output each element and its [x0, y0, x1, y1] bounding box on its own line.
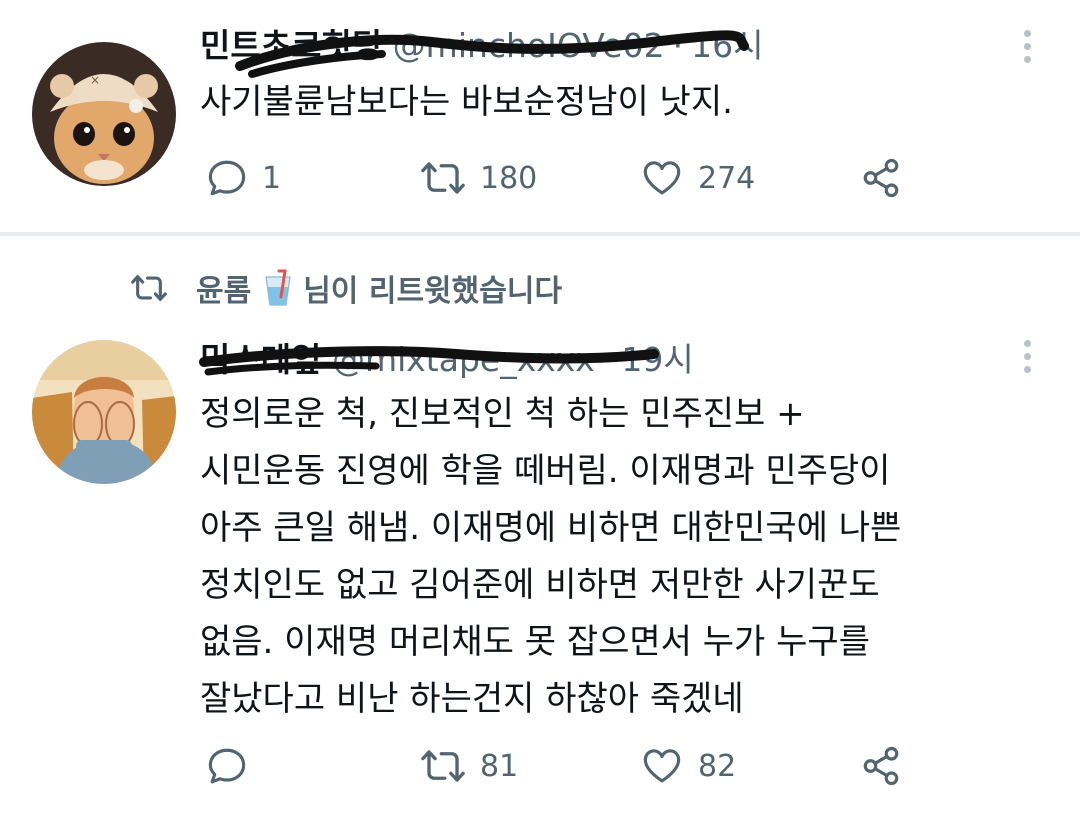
retweet-icon: [131, 275, 167, 301]
svg-text:×: ×: [90, 73, 100, 87]
avatar-cat[interactable]: ×: [32, 42, 176, 186]
share-button[interactable]: [860, 156, 902, 200]
retweeter-name[interactable]: 윤롬: [196, 266, 251, 310]
tweet-text: 정의로운 척, 진보적인 척 하는 민주진보 + 시민운동 진영에 학을 떼버림…: [200, 386, 901, 728]
display-name[interactable]: 믹스테잎: [200, 340, 321, 379]
tweet-text-line: 없음. 이재명 머리채도 못 잡으면서 누가 누구를: [200, 622, 870, 662]
avatar-cartoon[interactable]: [32, 340, 176, 484]
more-icon[interactable]: [1020, 30, 1034, 69]
tweet-text-line: 사기불륜남보다는 바보순정남이 낫지.: [200, 82, 733, 122]
retweet-banner-text: 님이 리트윗했습니다: [303, 274, 563, 309]
user-handle[interactable]: @minchoIOVe02: [393, 26, 665, 65]
tweet-text-line: 정의로운 척, 진보적인 척 하는 민주진보 +: [200, 394, 805, 434]
share-button[interactable]: [860, 744, 902, 788]
like-button[interactable]: 274: [640, 156, 755, 200]
tweet-text: 사기불륜남보다는 바보순정남이 낫지.: [200, 74, 733, 131]
display-name[interactable]: 민트초코힛팅: [200, 26, 382, 65]
retweet-count: 81: [480, 748, 519, 784]
reply-count: 1: [262, 160, 282, 196]
tweet-text-line: 시민운동 진영에 학을 떼버림. 이재명과 민주당이: [200, 451, 891, 491]
retweet-button[interactable]: 180: [420, 156, 537, 200]
more-icon[interactable]: [1020, 340, 1034, 379]
reply-button[interactable]: 1: [206, 156, 281, 200]
like-icon: [643, 161, 681, 195]
share-icon: [863, 746, 899, 786]
user-handle[interactable]: @mixtape_xxxx: [332, 340, 595, 379]
like-count: 274: [698, 160, 756, 196]
reply-icon: [208, 748, 246, 784]
retweet-button[interactable]: 81: [420, 744, 518, 788]
share-icon: [863, 158, 899, 198]
tweet-text-line: 아주 큰일 해냄. 이재명에 비하면 대한민국에 나쁜: [200, 508, 902, 548]
retweet-icon: [421, 750, 465, 782]
tweet-1[interactable]: × 민트초코힛팅 @minchoIOVe02 · 16시 사기불륜남보다는 바보순정…: [0, 0, 1080, 232]
like-count: 82: [698, 748, 737, 784]
drink-cup-emoji: [265, 269, 291, 306]
tweet-text-line: 잘났다고 비난 하는건지 하찮아 죽겠네: [200, 679, 744, 719]
tweet-2[interactable]: 윤롬 님이 리트윗했습니다 믹스테잎 @mixtape_xxxx · 19시 정…: [0, 236, 1080, 820]
separator-dot: ·: [672, 26, 684, 65]
like-button[interactable]: 82: [640, 744, 736, 788]
reply-button[interactable]: [206, 744, 262, 788]
timestamp[interactable]: 19시: [621, 340, 693, 379]
retweet-icon: [421, 162, 465, 194]
like-icon: [643, 749, 681, 783]
tweet-text-line: 정치인도 없고 김어준에 비하면 저만한 사기꾼도: [200, 565, 880, 605]
separator-dot: ·: [602, 340, 614, 379]
tweet-header: 민트초코힛팅 @minchoIOVe02 · 16시: [200, 24, 763, 68]
retweet-count: 180: [480, 160, 538, 196]
reply-icon: [208, 160, 246, 196]
retweet-banner: 윤롬 님이 리트윗했습니다: [128, 266, 563, 310]
tweet-header: 믹스테잎 @mixtape_xxxx · 19시: [200, 338, 694, 382]
timestamp[interactable]: 16시: [691, 26, 763, 65]
